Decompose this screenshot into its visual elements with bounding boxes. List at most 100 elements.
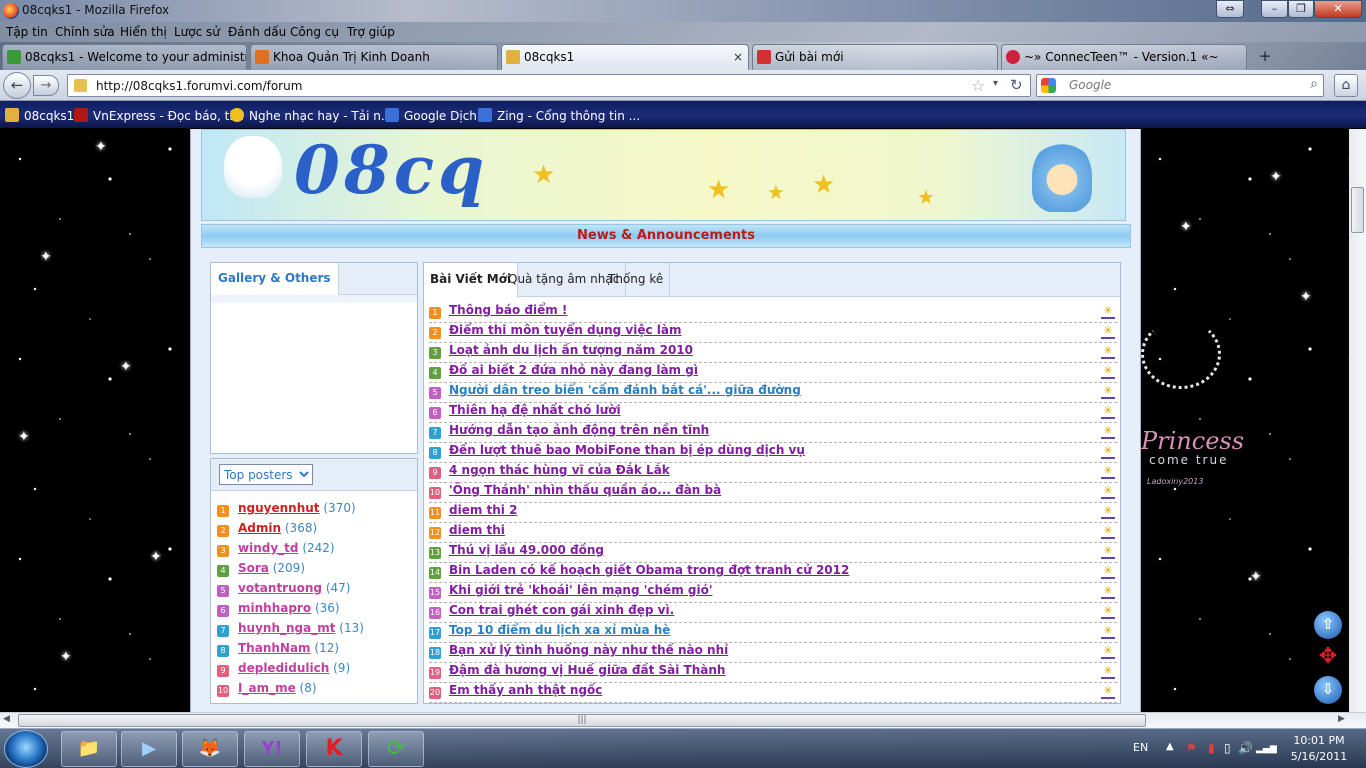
topic-link[interactable]: Bin Laden có kế hoạch giết Obama trong đ… — [449, 563, 849, 577]
goto-last-post-icon[interactable]: ✳ — [1101, 385, 1115, 399]
topic-link[interactable]: Khi giới trẻ 'khoái' lên mạng 'chém gió' — [449, 583, 713, 597]
volume-icon[interactable]: 🔊 — [1238, 741, 1253, 755]
bookmark-google-dich[interactable]: Google Dịch — [385, 108, 477, 123]
reload-icon[interactable]: ↻ — [1010, 76, 1023, 94]
resize-button[interactable]: ⇔ — [1216, 0, 1244, 18]
home-button[interactable]: ⌂ — [1334, 74, 1358, 97]
maximize-button[interactable]: ❐ — [1288, 0, 1314, 18]
goto-last-post-icon[interactable]: ✳ — [1101, 305, 1115, 319]
move-icon[interactable]: ✥ — [1314, 644, 1342, 672]
firefox-taskbar-button[interactable]: 🦊 — [182, 731, 238, 767]
scroll-right-icon[interactable]: ▶ — [1338, 714, 1345, 724]
goto-last-post-icon[interactable]: ✳ — [1101, 465, 1115, 479]
poster-name-link[interactable]: I_am_me — [238, 681, 296, 695]
goto-last-post-icon[interactable]: ✳ — [1101, 425, 1115, 439]
unikey-icon[interactable]: ▮ — [1208, 741, 1215, 755]
action-center-icon[interactable]: ⚑ — [1186, 741, 1197, 755]
tab-connecteen[interactable]: ~» ConnecTeen™ - Version.1 «~ — [1001, 44, 1247, 70]
topic-link[interactable]: Thông báo điểm ! — [449, 303, 567, 317]
topic-link[interactable]: Điểm thi môn tuyển dụng việc làm — [449, 323, 682, 337]
tab-admin[interactable]: 08cqks1 - Welcome to your administr... — [2, 44, 247, 70]
battery-icon[interactable]: ▯ — [1224, 741, 1231, 755]
menu-help[interactable]: Trợ giúp — [347, 25, 395, 39]
media-player-taskbar-button[interactable]: ▶ — [121, 731, 177, 767]
tab-khoa-qtkd[interactable]: Khoa Quản Trị Kinh Doanh — [250, 44, 498, 70]
show-hidden-icons-icon[interactable]: ▲ — [1166, 741, 1174, 752]
language-indicator[interactable]: EN — [1133, 741, 1148, 754]
idm-taskbar-button[interactable]: ⟳ — [368, 731, 424, 767]
url-text[interactable]: http://08cqks1.forumvi.com/forum — [96, 79, 302, 93]
site-identity-icon[interactable] — [74, 79, 87, 92]
poster-name-link[interactable]: votantruong — [238, 581, 322, 595]
search-icon[interactable]: ⌕ — [1310, 76, 1318, 92]
poster-name-link[interactable]: Sora — [238, 561, 269, 575]
vertical-scrollbar[interactable] — [1349, 129, 1366, 712]
goto-last-post-icon[interactable]: ✳ — [1101, 605, 1115, 619]
url-dropdown-icon[interactable]: ▾ — [993, 78, 998, 89]
bookmark-vnexpress[interactable]: VnExpress - Đọc báo, ti... — [74, 108, 244, 123]
tab-close-icon[interactable]: × — [733, 50, 743, 64]
clock-time[interactable]: 10:01 PM — [1274, 734, 1364, 747]
poster-name-link[interactable]: depledidulich — [238, 661, 329, 675]
top-posters-select[interactable]: Top posters — [219, 464, 313, 485]
bookmark-nhac[interactable]: Nghe nhạc hay - Tải n... — [230, 108, 392, 123]
goto-last-post-icon[interactable]: ✳ — [1101, 485, 1115, 499]
back-button[interactable]: ← — [3, 72, 31, 99]
start-button[interactable] — [4, 730, 48, 768]
goto-last-post-icon[interactable]: ✳ — [1101, 565, 1115, 579]
goto-last-post-icon[interactable]: ✳ — [1101, 525, 1115, 539]
goto-last-post-icon[interactable]: ✳ — [1101, 505, 1115, 519]
topic-link[interactable]: Top 10 điểm du lịch xa xỉ mùa hè — [449, 623, 670, 637]
explorer-taskbar-button[interactable]: 📁 — [61, 731, 117, 767]
topic-link[interactable]: Hướng dẫn tạo ảnh động trên nền tĩnh — [449, 423, 709, 437]
goto-last-post-icon[interactable]: ✳ — [1101, 445, 1115, 459]
yahoo-messenger-taskbar-button[interactable]: Y! — [244, 731, 300, 767]
menu-edit[interactable]: Chỉnh sửa — [55, 25, 115, 39]
goto-last-post-icon[interactable]: ✳ — [1101, 365, 1115, 379]
topic-link[interactable]: Thiên hạ đệ nhất chó lười — [449, 403, 621, 417]
clock-date[interactable]: 5/16/2011 — [1274, 750, 1364, 763]
goto-last-post-icon[interactable]: ✳ — [1101, 625, 1115, 639]
tab-thong-ke[interactable]: Thống kê — [602, 263, 671, 297]
forward-button[interactable]: → — [33, 75, 59, 96]
topic-link[interactable]: Người dân treo biển 'cấm đánh bắt cá'...… — [449, 383, 801, 397]
topic-link[interactable]: 'Ông Thánh' nhìn thấu quần áo... đàn bà — [449, 483, 721, 497]
tab-gui-bai-moi[interactable]: Gửi bài mới — [752, 44, 998, 70]
topic-link[interactable]: 4 ngọn thác hùng vĩ của Đắk Lắk — [449, 463, 670, 477]
goto-last-post-icon[interactable]: ✳ — [1101, 665, 1115, 679]
url-bar[interactable]: http://08cqks1.forumvi.com/forum ☆ ▾ ↻ — [67, 74, 1031, 97]
topic-link[interactable]: diem thi 2 — [449, 503, 517, 517]
goto-last-post-icon[interactable]: ✳ — [1101, 405, 1115, 419]
menu-history[interactable]: Lược sử — [174, 25, 220, 39]
kaspersky-taskbar-button[interactable]: K — [306, 731, 362, 767]
horizontal-scrollbar[interactable]: ◀ ||| ▶ — [0, 712, 1366, 728]
menu-file[interactable]: Tập tin — [6, 25, 48, 39]
topic-link[interactable]: Loạt ảnh du lịch ấn tượng năm 2010 — [449, 343, 693, 357]
close-button[interactable]: ✕ — [1314, 0, 1362, 18]
poster-name-link[interactable]: huynh_nga_mt — [238, 621, 335, 635]
search-input[interactable] — [1069, 78, 1299, 92]
bookmark-zing[interactable]: Zing - Cổng thông tin ... — [478, 108, 640, 123]
goto-last-post-icon[interactable]: ✳ — [1101, 325, 1115, 339]
scroll-left-icon[interactable]: ◀ — [3, 714, 10, 724]
menu-bookmarks[interactable]: Đánh dấu — [228, 25, 286, 39]
scroll-down-button[interactable]: ⇩ — [1314, 676, 1342, 704]
poster-name-link[interactable]: minhhapro — [238, 601, 311, 615]
bookmark-08cqks1[interactable]: 08cqks1 — [5, 108, 74, 123]
poster-name-link[interactable]: Admin — [238, 521, 281, 535]
topic-link[interactable]: diem thi — [449, 523, 505, 537]
topic-link[interactable]: Em thấy anh thật ngốc — [449, 683, 602, 697]
poster-name-link[interactable]: ThanhNam — [238, 641, 311, 655]
goto-last-post-icon[interactable]: ✳ — [1101, 345, 1115, 359]
search-bar[interactable]: ⌕ — [1036, 74, 1324, 97]
vertical-scroll-thumb[interactable] — [1351, 187, 1364, 233]
goto-last-post-icon[interactable]: ✳ — [1101, 585, 1115, 599]
topic-link[interactable]: Đậm đà hương vị Huế giữa đất Sài Thành — [449, 663, 725, 677]
topic-link[interactable]: Con trai ghét con gái xinh đẹp vì. — [449, 603, 674, 617]
goto-last-post-icon[interactable]: ✳ — [1101, 645, 1115, 659]
poster-name-link[interactable]: nguyennhut — [238, 501, 320, 515]
new-tab-button[interactable]: + — [1250, 47, 1280, 69]
minimize-button[interactable]: – — [1261, 0, 1288, 18]
google-icon[interactable] — [1041, 78, 1056, 93]
goto-last-post-icon[interactable]: ✳ — [1101, 545, 1115, 559]
